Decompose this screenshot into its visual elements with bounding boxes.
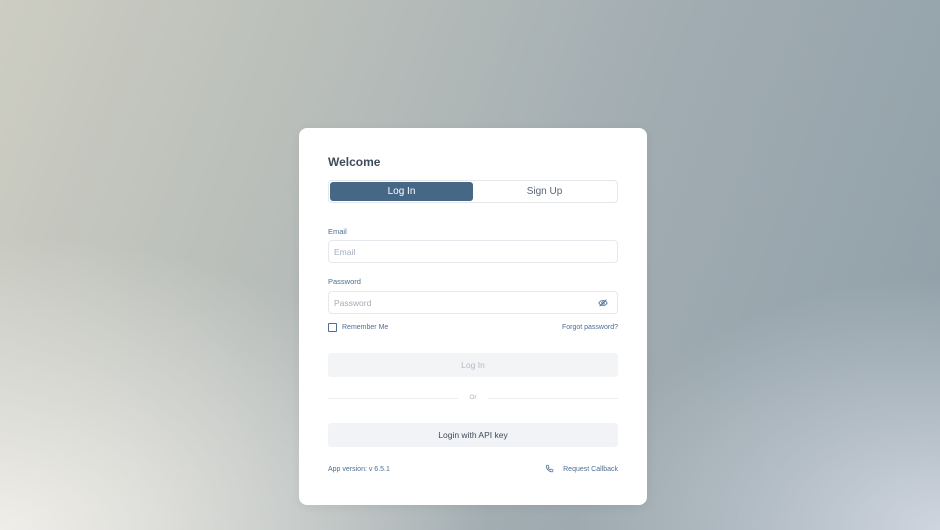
api-key-login-button[interactable]: Login with API key xyxy=(328,423,618,447)
request-callback-link[interactable]: Request Callback xyxy=(545,464,618,474)
phone-icon xyxy=(546,464,554,473)
card-title: Welcome xyxy=(328,155,381,169)
log-in-button[interactable]: Log In xyxy=(328,353,618,377)
auth-tabs: Log In Sign Up xyxy=(328,180,618,203)
tab-log-in[interactable]: Log In xyxy=(330,182,473,201)
request-callback-label: Request Callback xyxy=(563,465,618,473)
eye-off-icon[interactable] xyxy=(598,298,608,308)
divider-line-right xyxy=(488,398,618,399)
remember-me[interactable]: Remember Me xyxy=(328,323,388,332)
or-divider: Or xyxy=(328,394,618,403)
email-input[interactable] xyxy=(328,240,618,263)
tab-sign-up[interactable]: Sign Up xyxy=(473,182,616,201)
app-version: App version: v 6.5.1 xyxy=(328,466,390,473)
remember-me-checkbox[interactable] xyxy=(328,323,337,332)
remember-me-label: Remember Me xyxy=(342,324,389,331)
email-label: Email xyxy=(328,227,347,236)
login-card: Welcome Log In Sign Up Email Password Re… xyxy=(299,128,647,505)
forgot-password-link[interactable]: Forgot password? xyxy=(562,324,618,331)
password-label: Password xyxy=(328,277,361,286)
password-input[interactable] xyxy=(328,291,618,314)
